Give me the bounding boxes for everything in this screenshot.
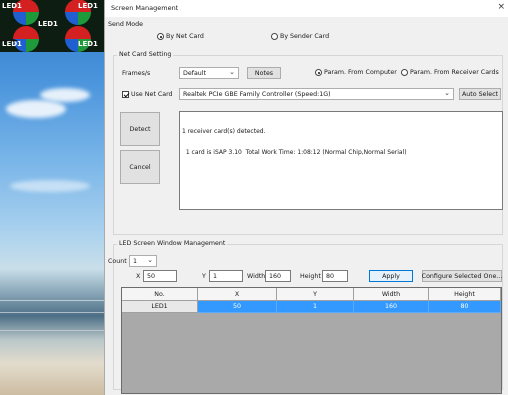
column-header-no[interactable]: No.: [122, 288, 198, 301]
width-label: Width: [247, 273, 266, 280]
desktop-background: [0, 0, 104, 395]
led-window-management-title: LED Screen Window Management: [117, 240, 228, 247]
led-preview-panel: LED1 LED1 LED1 LED1 LED1: [0, 0, 104, 52]
radio-by-sender-card-label: By Sender Card: [280, 33, 330, 40]
cloud: [10, 180, 90, 192]
cloud: [40, 88, 90, 102]
y-label: Y: [202, 273, 206, 280]
count-label: Count: [108, 258, 127, 265]
use-net-card-checkbox[interactable]: [122, 91, 129, 98]
title-bar[interactable]: Screen Management ×: [105, 0, 508, 17]
close-icon[interactable]: ×: [497, 2, 505, 12]
window-title: Screen Management: [111, 4, 179, 12]
chevron-down-icon: ⌄: [147, 256, 153, 264]
height-input[interactable]: 80: [322, 270, 348, 282]
net-card-setting-title: Net Card Setting: [117, 51, 174, 58]
radio-by-sender-card[interactable]: [271, 33, 278, 40]
count-value: 1: [133, 258, 138, 265]
wave-line: [0, 330, 104, 331]
frames-select[interactable]: Default ⌄: [179, 67, 239, 79]
column-header-height[interactable]: Height: [429, 288, 501, 301]
radio-param-from-receiver-label: Param. From Receiver Cards: [410, 69, 499, 76]
pointer-arrow-icon: [0, 39, 18, 42]
radio-by-net-card-label: By Net Card: [166, 33, 204, 40]
led-label: LED1: [78, 2, 98, 10]
chevron-down-icon: ⌄: [229, 68, 235, 76]
x-label: X: [136, 273, 141, 280]
column-header-x[interactable]: X: [198, 288, 277, 301]
detection-log[interactable]: 1 receiver card(s) detected. 1 card is i…: [179, 111, 503, 210]
cloud: [6, 100, 66, 118]
column-header-y[interactable]: Y: [277, 288, 354, 301]
log-line: 1 card is iSAP 3.10 Total Work Time: 1:0…: [182, 149, 407, 156]
chevron-down-icon: ⌄: [444, 89, 450, 97]
table-cell[interactable]: 50: [198, 301, 277, 313]
table-cell[interactable]: 160: [354, 301, 429, 313]
led-window-table[interactable]: No. X Y Width Height LED1 50 1 160 80: [121, 287, 502, 394]
log-line: 1 receiver card(s) detected.: [182, 128, 266, 135]
send-mode-label: Send Mode: [108, 21, 144, 28]
width-input[interactable]: 160: [265, 270, 291, 282]
radio-param-from-computer-label: Param. From Computer: [324, 69, 397, 76]
wave-line: [0, 300, 104, 301]
table-row[interactable]: LED1 50 1 160 80: [122, 301, 501, 313]
auto-select-button[interactable]: Auto Select: [459, 88, 501, 100]
apply-button[interactable]: Apply: [369, 270, 413, 282]
net-card-value: Realtek PCIe GBE Family Controller (Spee…: [183, 91, 331, 98]
frames-label: Frames/s: [122, 70, 151, 77]
use-net-card-label: Use Net Card: [131, 91, 173, 98]
y-input[interactable]: 1: [209, 270, 243, 282]
table-cell[interactable]: 80: [429, 301, 501, 313]
radio-param-from-computer[interactable]: [315, 69, 322, 76]
detect-button[interactable]: Detect: [120, 112, 160, 146]
notes-button[interactable]: Notes: [247, 67, 281, 79]
radio-param-from-receiver[interactable]: [401, 69, 408, 76]
table-header: No. X Y Width Height: [122, 288, 501, 301]
led-circle-icon: [65, 26, 91, 52]
table-cell[interactable]: 1: [277, 301, 354, 313]
led-label: LED1: [2, 2, 22, 10]
net-card-select[interactable]: Realtek PCIe GBE Family Controller (Spee…: [179, 88, 454, 100]
cancel-button[interactable]: Cancel: [120, 150, 160, 184]
radio-by-net-card[interactable]: [157, 33, 164, 40]
led-label: LED1: [78, 40, 98, 48]
frames-value: Default: [183, 70, 207, 77]
table-cell[interactable]: LED1: [122, 301, 198, 313]
configure-selected-button[interactable]: Configure Selected One...: [422, 270, 502, 282]
x-input[interactable]: 50: [143, 270, 177, 282]
column-header-width[interactable]: Width: [354, 288, 429, 301]
wave-line: [0, 312, 104, 313]
led-label: LED1: [38, 20, 58, 28]
height-label: Height: [300, 273, 321, 280]
count-select[interactable]: 1 ⌄: [129, 255, 157, 267]
